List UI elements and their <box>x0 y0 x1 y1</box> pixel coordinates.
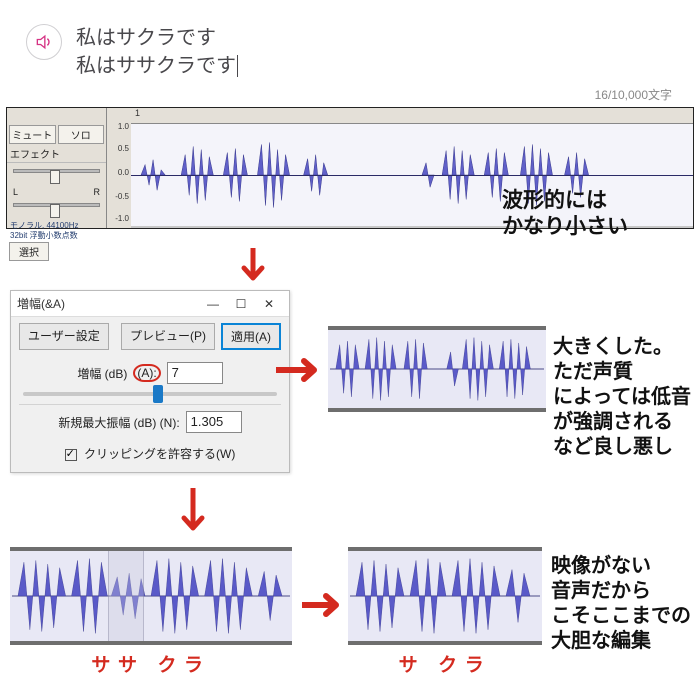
timeline-ruler[interactable]: 1 <box>131 108 693 124</box>
amplitude-ruler: 1.0 0.5 0.0 -0.5 -1.0 <box>107 108 131 228</box>
arrow-right-1-icon <box>276 355 328 385</box>
minimize-button[interactable]: — <box>199 297 227 311</box>
arrow-down-1-icon <box>238 248 268 292</box>
char-count: 16/10,000文字 <box>0 80 700 105</box>
select-button[interactable]: 選択 <box>9 242 49 261</box>
pan-right-label: R <box>94 187 101 197</box>
gain-input[interactable]: 7 <box>167 362 223 384</box>
mute-button[interactable]: ミュート <box>9 125 56 144</box>
annotation-3: 映像がない 音声だから こそここまでの 大胆な編集 <box>551 554 691 654</box>
tts-line-2: 私はササクラです <box>76 52 238 80</box>
new-peak-input[interactable]: 1.305 <box>186 411 242 433</box>
annotation-2: 大きくした。 ただ声質 によっては低音 が強調される など良し悪し <box>553 335 691 460</box>
pan-left-label: L <box>13 187 18 197</box>
allow-clipping-checkbox[interactable] <box>65 449 77 461</box>
tts-text[interactable]: 私はサクラです 私はササクラです <box>76 24 238 80</box>
maximize-button[interactable]: ☐ <box>227 297 255 311</box>
apply-button[interactable]: 適用(A) <box>221 323 281 350</box>
annotation-1: 波形的には かなり小さい <box>502 188 628 241</box>
tts-input-area: 私はサクラです 私はササクラです <box>0 0 700 80</box>
track-format-1: モノラル, 44100Hz <box>7 221 106 231</box>
dialog-titlebar[interactable]: 増幅(&A) — ☐ ✕ <box>11 291 289 317</box>
arrow-right-2-icon <box>302 590 348 620</box>
gain-slider[interactable] <box>13 169 100 185</box>
waveform-sasakura <box>10 547 292 645</box>
track-control-panel: ミュート ソロ エフェクト L R モノラル, 44100Hz 32bit 浮動… <box>7 108 107 228</box>
sakura-label: サ クラ <box>348 650 542 677</box>
sasakura-label: ササ クラ <box>10 650 292 677</box>
user-settings-button[interactable]: ユーザー設定 <box>19 323 109 350</box>
allow-clipping-label: クリッピングを許容する(W) <box>84 447 235 461</box>
effects-label[interactable]: エフェクト <box>7 145 106 163</box>
gain-suffix-circled: (A): <box>133 364 160 382</box>
preview-button[interactable]: プレビュー(P) <box>121 323 215 350</box>
tts-line-1: 私はサクラです <box>76 24 238 52</box>
waveform-amplified <box>328 326 546 412</box>
amplify-dialog: 増幅(&A) — ☐ ✕ ユーザー設定 プレビュー(P) 適用(A) 増幅 (d… <box>10 290 290 473</box>
arrow-down-2-icon <box>178 488 208 542</box>
new-peak-label: 新規最大振幅 (dB) (N): <box>58 414 179 431</box>
waveform-sakura <box>348 547 542 645</box>
gain-label: 増幅 (dB) <box>77 365 127 382</box>
solo-button[interactable]: ソロ <box>58 125 105 144</box>
gain-slider-dialog[interactable] <box>23 392 277 396</box>
pan-slider[interactable] <box>13 203 100 219</box>
gain-slider-row <box>11 390 289 404</box>
speaker-icon[interactable] <box>26 24 62 60</box>
dialog-title: 増幅(&A) <box>17 295 199 312</box>
close-button[interactable]: ✕ <box>255 297 283 311</box>
track-format-2: 32bit 浮動小数点数 <box>7 231 106 241</box>
selection-highlight <box>108 551 144 641</box>
